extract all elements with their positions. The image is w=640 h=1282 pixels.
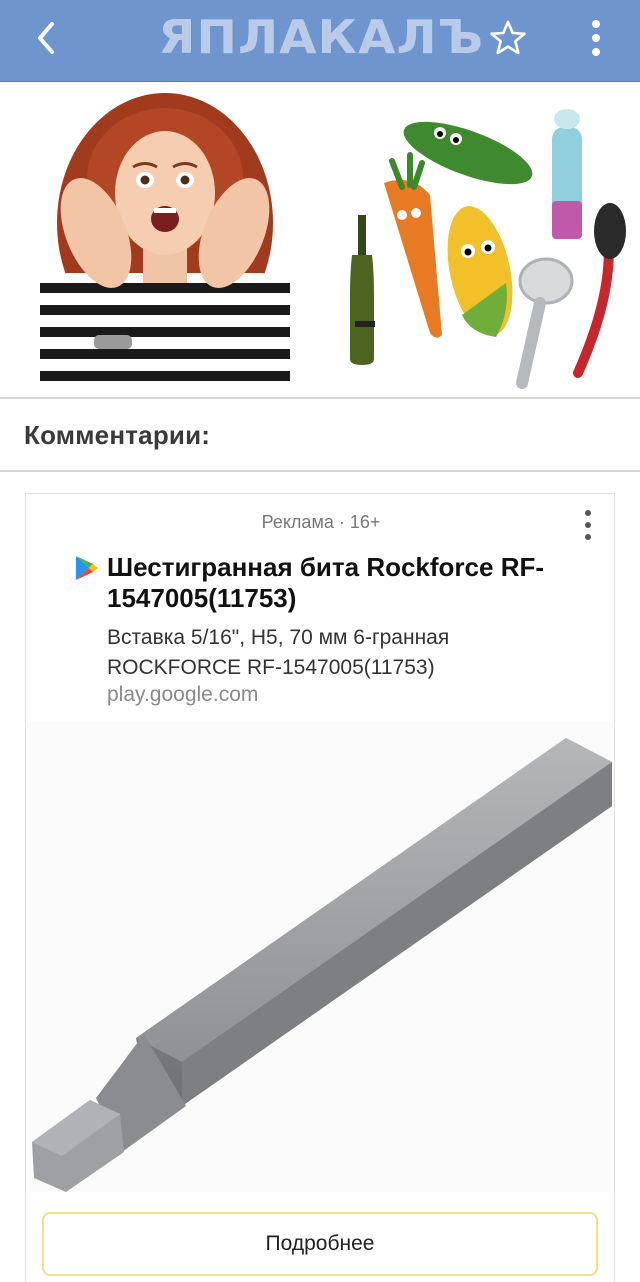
promo-illustration [0, 83, 640, 397]
ad-product-image[interactable] [26, 722, 614, 1192]
ad-card[interactable]: Реклама · 16+ Шестигранная бита Rockforc… [25, 493, 615, 1282]
google-play-icon [74, 554, 100, 582]
divider [0, 470, 640, 472]
divider [0, 397, 640, 399]
more-vertical-icon [592, 20, 600, 56]
ad-description: Вставка 5/16", H5, 70 мм 6-гранная ROCKF… [107, 626, 450, 679]
promo-banner[interactable] [0, 83, 640, 397]
star-outline-icon [490, 20, 526, 55]
favorite-button[interactable] [488, 18, 528, 58]
more-options-button[interactable] [578, 16, 614, 60]
ad-label: Реклама · 16+ [261, 512, 381, 532]
hex-bit-image [32, 738, 612, 1192]
back-button[interactable] [28, 20, 64, 56]
top-app-bar: ЯПЛАКАЛЪ [0, 0, 640, 82]
learn-more-button[interactable]: Подробнее [42, 1212, 598, 1276]
cartoon-objects-image [330, 83, 640, 397]
ad-options-button[interactable] [578, 508, 598, 542]
ad-domain: play.google.com [107, 683, 259, 706]
chevron-left-icon [38, 22, 54, 54]
more-vertical-icon [585, 510, 591, 540]
ad-headline[interactable]: Шестигранная бита Rockforce RF-1547005(1… [107, 552, 547, 614]
logo-text: ЯПЛАКАЛЪ [158, 10, 484, 64]
site-logo[interactable]: ЯПЛАКАЛЪ [158, 10, 483, 64]
comments-heading: Комментарии: [24, 420, 211, 450]
surprised-woman-image [0, 83, 322, 397]
